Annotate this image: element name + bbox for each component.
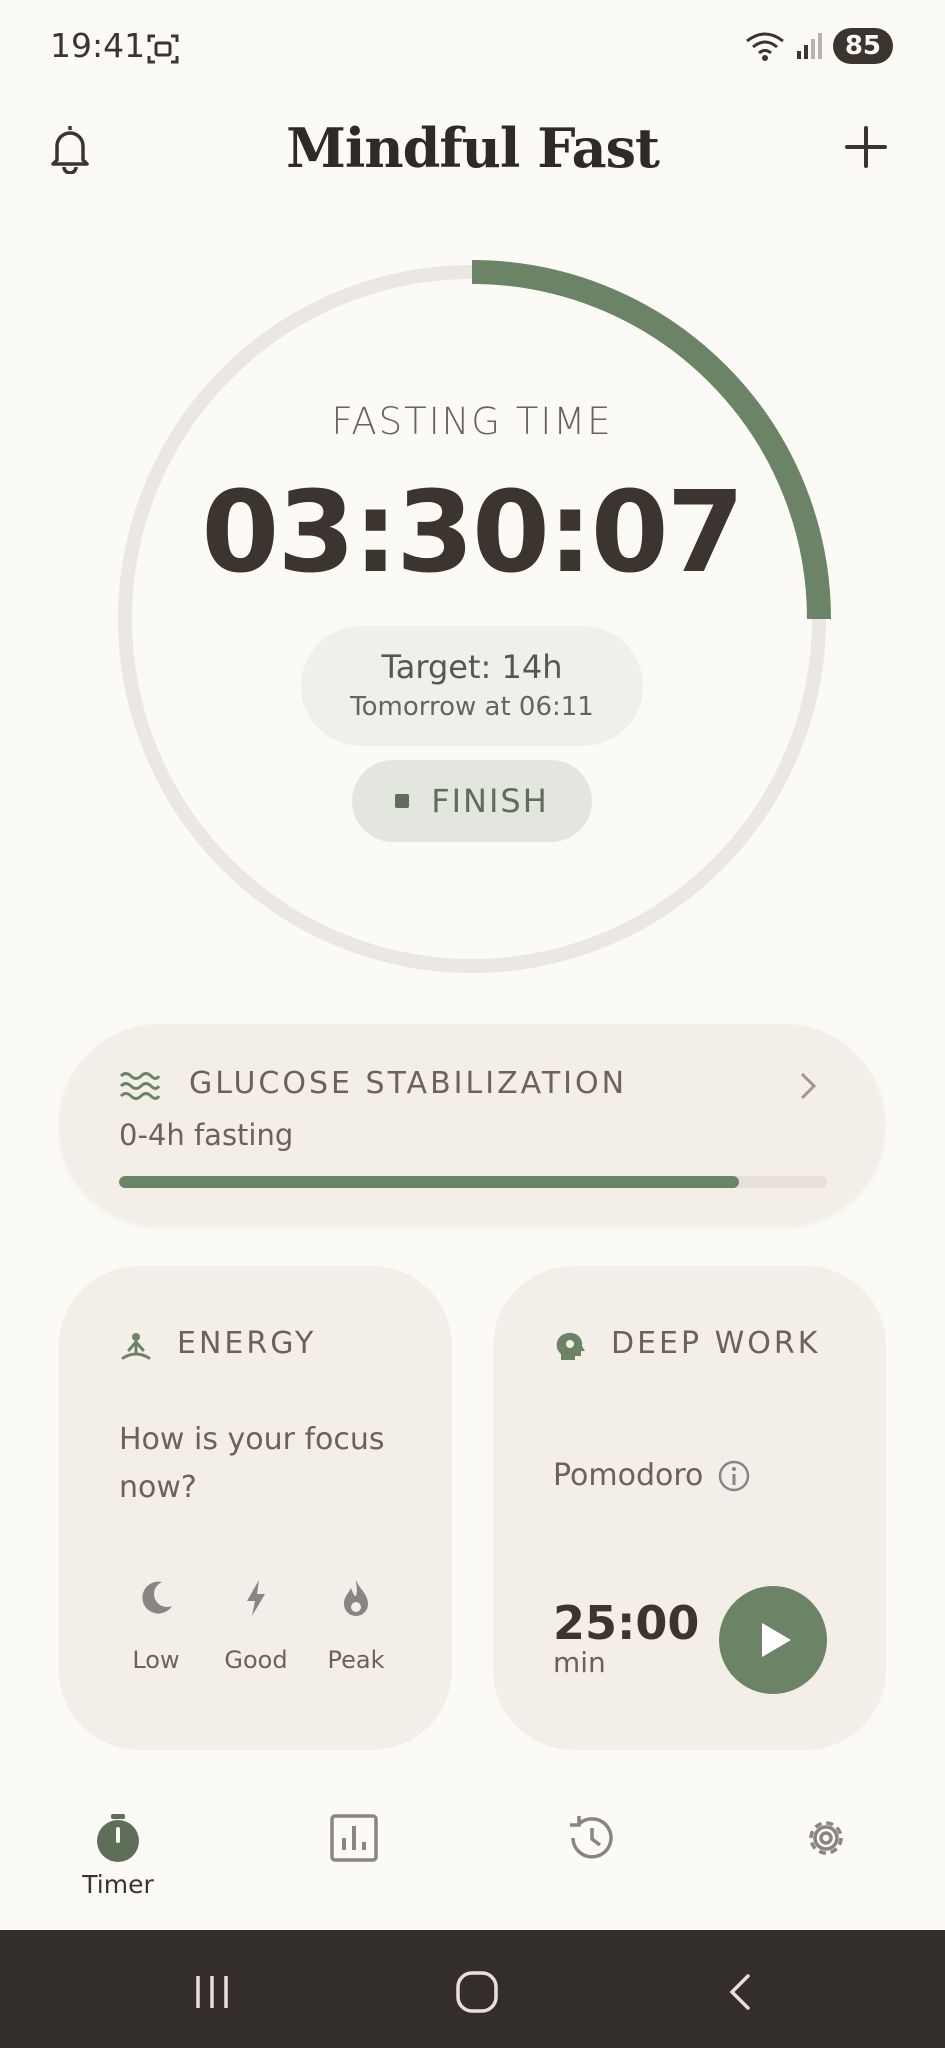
stage-subtitle: 0-4h fasting (119, 1118, 294, 1152)
nav-timer-label: Timer (82, 1870, 154, 1899)
energy-question: How is your focus now? (119, 1422, 385, 1505)
wifi-icon (745, 32, 784, 61)
energy-option-peak[interactable]: Peak (311, 1576, 401, 1674)
app-header: Mindful Fast (0, 100, 945, 200)
stop-icon (395, 794, 410, 808)
recent-apps-icon[interactable] (190, 1970, 234, 2014)
bottom-navigation: Timer (0, 1798, 945, 1928)
target-end-time: Tomorrow at 06:11 (350, 692, 594, 722)
pomodoro-label: Pomodoro (553, 1458, 704, 1493)
play-icon (762, 1623, 791, 1657)
moon-icon (142, 1581, 172, 1614)
finish-button[interactable]: FINISH (352, 760, 592, 842)
add-icon[interactable] (843, 124, 889, 170)
nav-stats[interactable] (294, 1812, 414, 1864)
meditation-icon (121, 1333, 151, 1360)
target-info: Target: 14h Tomorrow at 06:11 (301, 626, 643, 746)
signal-icon (796, 33, 822, 59)
stopwatch-icon (97, 1814, 139, 1862)
battery-indicator: 85 (832, 28, 893, 64)
status-icons: 85 (745, 28, 893, 64)
nav-timer[interactable]: Timer (58, 1812, 178, 1899)
back-icon[interactable] (720, 1970, 764, 2014)
fasting-stage-card[interactable]: GLUCOSE STABILIZATION 0-4h fasting (59, 1024, 885, 1226)
status-time: 19:41 (50, 26, 146, 65)
timer-panel: FASTING TIME 03:30:07 Target: 14h Tomorr… (113, 260, 831, 978)
flame-icon (344, 1580, 368, 1616)
energy-option-low[interactable]: Low (111, 1576, 201, 1674)
deep-work-card: DEEP WORK Pomodoro 25:00 min (493, 1266, 886, 1750)
info-icon[interactable] (717, 1459, 751, 1493)
history-icon (570, 1816, 613, 1859)
energy-option-good[interactable]: Good (211, 1576, 301, 1674)
nav-history[interactable] (531, 1812, 651, 1864)
energy-option-label: Peak (327, 1646, 385, 1674)
energy-card: ENERGY How is your focus now? Low Good P… (59, 1266, 452, 1750)
app-title: Mindful Fast (286, 116, 660, 180)
play-button[interactable] (719, 1586, 827, 1694)
pomodoro-time: 25:00 (553, 1596, 700, 1650)
system-navigation-bar (0, 1930, 945, 2048)
fasting-time-value: 03:30:07 (201, 468, 744, 598)
energy-option-label: Good (224, 1646, 288, 1674)
target-duration: Target: 14h (381, 648, 563, 686)
stage-progress-fill (119, 1176, 739, 1188)
pomodoro-row: Pomodoro (553, 1458, 751, 1493)
home-icon[interactable] (455, 1970, 499, 2014)
status-bar: 19:41 85 (0, 0, 945, 100)
bolt-icon (247, 1580, 265, 1616)
nav-settings[interactable] (766, 1812, 886, 1864)
brain-head-icon (556, 1332, 585, 1360)
waves-icon (119, 1072, 161, 1100)
energy-option-label: Low (132, 1646, 180, 1674)
pomodoro-unit: min (553, 1646, 606, 1679)
bar-chart-icon (330, 1814, 378, 1862)
stage-progress-track (119, 1176, 827, 1188)
deep-work-title: DEEP WORK (611, 1326, 821, 1361)
screenshot-icon (147, 34, 179, 64)
chevron-right-icon (800, 1072, 817, 1100)
stage-title: GLUCOSE STABILIZATION (189, 1066, 628, 1101)
energy-title: ENERGY (177, 1326, 317, 1361)
gear-icon (809, 1821, 843, 1855)
finish-label: FINISH (431, 782, 549, 820)
fasting-time-label: FASTING TIME (331, 400, 613, 443)
